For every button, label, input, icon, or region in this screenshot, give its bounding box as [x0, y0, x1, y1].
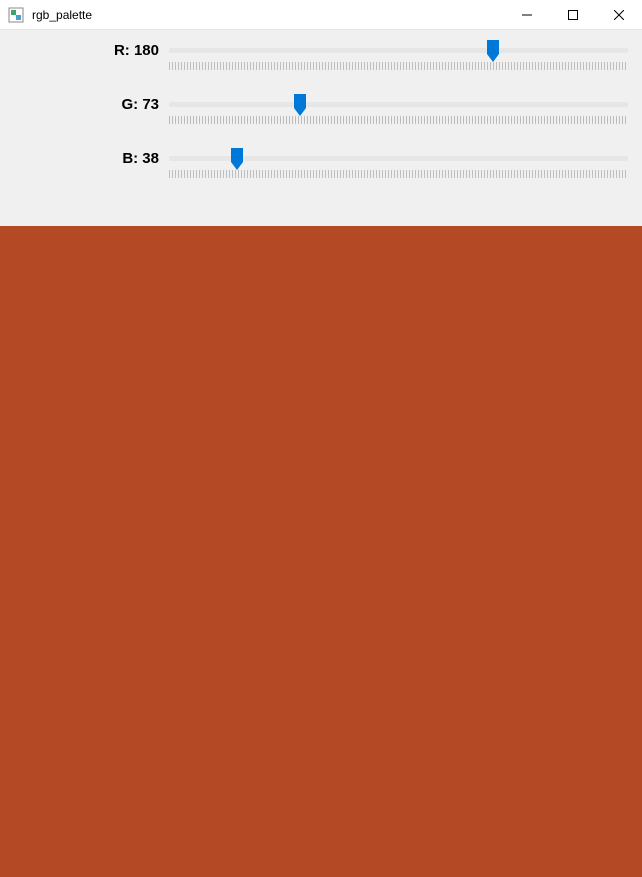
slider-label-r: R: 180	[14, 40, 169, 59]
titlebar: rgb_palette	[0, 0, 642, 30]
slider-row-g: G: 73	[14, 94, 628, 148]
slider-track	[169, 48, 628, 53]
slider-g[interactable]	[169, 94, 628, 134]
minimize-button[interactable]	[504, 0, 550, 30]
controls-panel: R: 180 G: 73 B: 38	[0, 30, 642, 226]
slider-row-b: B: 38	[14, 148, 628, 202]
slider-label-b: B: 38	[14, 148, 169, 167]
window-title: rgb_palette	[32, 8, 92, 22]
slider-row-r: R: 180	[14, 40, 628, 94]
slider-r[interactable]	[169, 40, 628, 80]
color-preview	[0, 226, 642, 877]
maximize-button[interactable]	[550, 0, 596, 30]
slider-track	[169, 102, 628, 107]
slider-b[interactable]	[169, 148, 628, 188]
slider-ticks	[169, 116, 628, 124]
slider-ticks	[169, 62, 628, 70]
slider-track	[169, 156, 628, 161]
close-button[interactable]	[596, 0, 642, 30]
slider-label-g: G: 73	[14, 94, 169, 113]
slider-ticks	[169, 170, 628, 178]
app-icon	[8, 7, 24, 23]
